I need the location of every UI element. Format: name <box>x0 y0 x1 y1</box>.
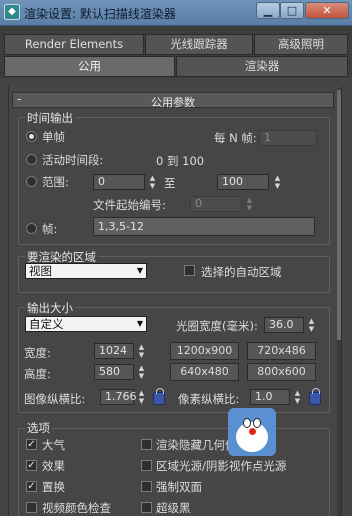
chevron-down-icon: ▼ <box>136 266 143 275</box>
range-to-label: 至 <box>164 176 176 190</box>
active-range-text: 0 到 100 <box>156 154 205 168</box>
cat-face <box>236 422 268 452</box>
atmosphere-checkbox[interactable]: ✓ <box>26 439 37 450</box>
maximize-button[interactable]: □ <box>280 2 304 19</box>
radio-frames[interactable] <box>26 223 37 234</box>
radio-range[interactable] <box>26 176 37 187</box>
file-start-label: 文件起始编号: <box>93 198 166 212</box>
tab-common[interactable]: 公用 <box>4 56 175 77</box>
aperture-field[interactable]: 36.0 <box>264 317 304 333</box>
super-black-label: 超级黑 <box>156 501 191 515</box>
output-preset-value: 自定义 <box>29 317 64 331</box>
title-bar: ◆ 渲染设置: 默认扫描线渲染器 ▁ □ ✕ <box>0 0 352 26</box>
height-spinner[interactable]: ▲ ▼ <box>137 364 146 380</box>
video-color-check-checkbox[interactable] <box>26 502 37 513</box>
width-label: 宽度: <box>24 346 51 360</box>
pixel-aspect-field[interactable]: 1.0 <box>250 389 290 405</box>
height-field[interactable]: 580 <box>94 364 134 380</box>
render-hidden-checkbox[interactable] <box>141 439 152 450</box>
pixel-aspect-label: 像素纵横比: <box>178 392 240 406</box>
tab-renderer[interactable]: 渲染器 <box>176 56 348 77</box>
atmosphere-label: 大气 <box>42 438 65 452</box>
range-from-spinner[interactable]: ▲ ▼ <box>148 174 157 190</box>
cartoon-cat-icon <box>228 408 276 456</box>
super-black-checkbox[interactable] <box>141 502 152 513</box>
tab-advanced-lighting[interactable]: 高级照明 <box>254 34 348 55</box>
aperture-label: 光圈宽度(毫米): <box>176 319 258 333</box>
frames-label: 帧: <box>42 222 58 236</box>
chevron-down-icon: ▼ <box>136 319 143 328</box>
tab-render-elements[interactable]: Render Elements <box>4 34 144 55</box>
displacement-checkbox[interactable]: ✓ <box>26 481 37 492</box>
frames-field[interactable]: 1,3,5-12 <box>93 217 315 236</box>
rollout-common-parameters[interactable]: - 公用参数 <box>12 92 334 109</box>
close-button[interactable]: ✕ <box>305 2 349 19</box>
range-label: 范围: <box>42 175 69 189</box>
file-start-field[interactable]: 0 <box>190 196 242 212</box>
options-title: 选项 <box>25 420 52 436</box>
aperture-spinner[interactable]: ▲ ▼ <box>307 317 316 333</box>
time-output-title: 时间输出 <box>25 110 75 126</box>
width-spinner[interactable]: ▲ ▼ <box>137 343 146 359</box>
range-from-field[interactable]: 0 <box>93 174 145 190</box>
output-preset-dropdown[interactable]: 自定义 ▼ <box>25 316 147 332</box>
every-n-label: 每 N 帧: <box>214 131 257 145</box>
active-segment-label: 活动时间段: <box>42 153 104 167</box>
cat-nose <box>249 428 256 435</box>
preset-button-720x486[interactable]: 720x486 <box>247 342 316 360</box>
minimize-button[interactable]: ▁ <box>256 2 280 19</box>
image-aspect-field[interactable]: 1.766 <box>100 389 137 405</box>
window-title: 渲染设置: 默认扫描线渲染器 <box>24 7 176 21</box>
effects-label: 效果 <box>42 459 65 473</box>
pixel-aspect-spinner[interactable]: ▲ ▼ <box>293 389 302 405</box>
every-n-field[interactable]: 1 <box>259 130 317 146</box>
lock-icon[interactable] <box>153 388 165 405</box>
image-aspect-spinner[interactable]: ▲ ▼ <box>137 389 146 405</box>
video-color-check-label: 视频颜色检查 <box>42 501 111 515</box>
output-size-title: 输出大小 <box>25 300 75 316</box>
scrollbar-thumb[interactable] <box>337 90 341 340</box>
force-two-sided-label: 强制双面 <box>156 480 202 494</box>
image-aspect-label: 图像纵横比: <box>24 392 86 406</box>
area-lights-checkbox[interactable] <box>141 460 152 471</box>
force-two-sided-checkbox[interactable] <box>141 481 152 492</box>
area-lights-label: 区域光源/阴影视作点光源 <box>156 459 287 473</box>
auto-region-label: 选择的自动区域 <box>201 265 282 279</box>
auto-region-checkbox[interactable] <box>184 265 195 276</box>
radio-active-segment[interactable] <box>26 154 37 165</box>
preset-button-640x480[interactable]: 640x480 <box>170 363 239 381</box>
single-frame-label: 单帧 <box>42 130 65 144</box>
rollout-title: 公用参数 <box>151 96 195 109</box>
width-field[interactable]: 1024 <box>94 343 134 359</box>
height-label: 高度: <box>24 367 51 381</box>
preset-button-1200x900[interactable]: 1200x900 <box>170 342 239 360</box>
cat-eye-left <box>243 418 251 428</box>
effects-checkbox[interactable]: ✓ <box>26 460 37 471</box>
radio-single-frame[interactable] <box>26 131 37 142</box>
range-to-spinner[interactable]: ▲ ▼ <box>273 174 282 190</box>
tab-raytracer[interactable]: 光线跟踪器 <box>145 34 253 55</box>
range-to-field[interactable]: 100 <box>217 174 269 190</box>
lock-icon[interactable] <box>309 388 321 405</box>
render-hidden-label: 渲染隐藏几何体 <box>156 438 237 452</box>
preset-button-800x600[interactable]: 800x600 <box>247 363 316 381</box>
cat-eye-right <box>253 418 261 428</box>
file-start-spinner[interactable]: ▲ ▼ <box>245 196 254 212</box>
displacement-label: 置换 <box>42 480 65 494</box>
render-area-value: 视图 <box>29 264 52 278</box>
app-icon: ◆ <box>4 4 20 20</box>
render-area-dropdown[interactable]: 视图 ▼ <box>25 263 147 279</box>
